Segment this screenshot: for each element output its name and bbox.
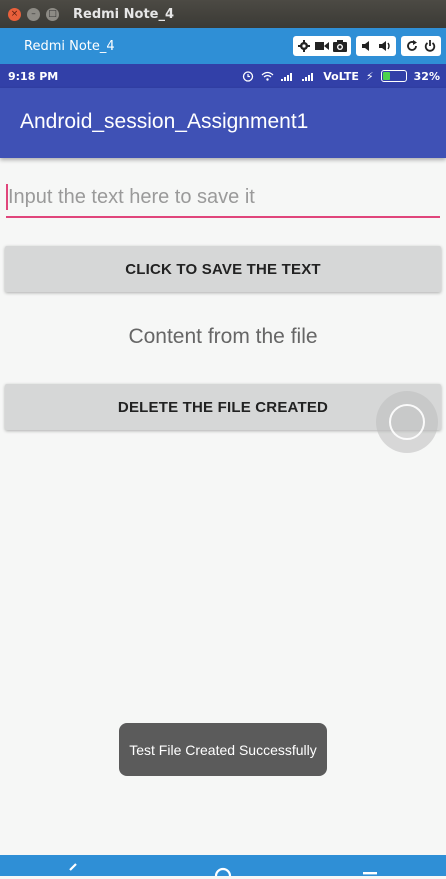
capture-tools bbox=[293, 36, 351, 56]
window-titlebar: × – □ Redmi Note_4 bbox=[0, 0, 446, 28]
circle-icon bbox=[389, 404, 425, 440]
text-input-container bbox=[6, 180, 440, 218]
window-minimize-button[interactable]: – bbox=[27, 7, 40, 21]
battery-icon bbox=[380, 70, 407, 82]
battery-level-fill bbox=[382, 72, 390, 80]
volume-down-button[interactable] bbox=[358, 37, 376, 55]
video-icon bbox=[315, 42, 329, 50]
volume-up-icon bbox=[378, 41, 390, 51]
text-input[interactable] bbox=[8, 180, 436, 214]
signal-icon-2 bbox=[302, 72, 314, 81]
rotate-icon bbox=[407, 40, 417, 51]
back-icon[interactable] bbox=[66, 863, 80, 879]
system-tools bbox=[401, 36, 441, 56]
navigation-bar bbox=[0, 855, 446, 879]
window-close-button[interactable]: × bbox=[8, 7, 21, 21]
maximize-icon: □ bbox=[48, 8, 57, 19]
window-title: Redmi Note_4 bbox=[73, 6, 175, 22]
settings-button[interactable] bbox=[295, 37, 313, 55]
volume-up-button[interactable] bbox=[376, 37, 394, 55]
screenshot-button[interactable] bbox=[331, 37, 349, 55]
floating-assist-button[interactable] bbox=[376, 391, 438, 453]
app-title: Android_session_Assignment1 bbox=[20, 110, 309, 133]
power-button[interactable] bbox=[421, 37, 439, 55]
window-maximize-button[interactable]: □ bbox=[46, 7, 59, 21]
menu-icon[interactable] bbox=[362, 863, 378, 879]
file-content-text: Content from the file bbox=[128, 325, 318, 348]
rotate-button[interactable] bbox=[403, 37, 421, 55]
minimize-icon: – bbox=[31, 8, 36, 19]
gear-icon bbox=[298, 40, 310, 52]
save-text-button[interactable]: CLICK TO SAVE THE TEXT bbox=[5, 246, 441, 292]
alarm-icon bbox=[243, 71, 254, 82]
volume-down-icon bbox=[362, 41, 369, 51]
status-bar: 9:18 PM VoLTE ⚡ 32% bbox=[0, 64, 446, 88]
device-name: Redmi Note_4 bbox=[24, 38, 115, 54]
mirror-toolbar: Redmi Note_4 bbox=[0, 28, 446, 64]
home-icon[interactable] bbox=[214, 863, 232, 879]
battery-percent: 32% bbox=[413, 69, 440, 83]
toast-message: Test File Created Successfully bbox=[119, 723, 327, 776]
status-icons: VoLTE ⚡ 32% bbox=[242, 70, 440, 83]
camera-icon bbox=[333, 40, 347, 52]
status-time: 9:18 PM bbox=[8, 69, 59, 83]
signal-icon bbox=[281, 72, 293, 81]
power-icon bbox=[424, 40, 436, 52]
network-type: VoLTE bbox=[323, 69, 359, 83]
close-icon: × bbox=[10, 8, 19, 19]
app-bar: Android_session_Assignment1 bbox=[0, 88, 446, 158]
charging-icon: ⚡ bbox=[365, 69, 374, 83]
record-button[interactable] bbox=[313, 37, 331, 55]
volume-tools bbox=[356, 36, 396, 56]
wifi-icon bbox=[261, 71, 274, 81]
